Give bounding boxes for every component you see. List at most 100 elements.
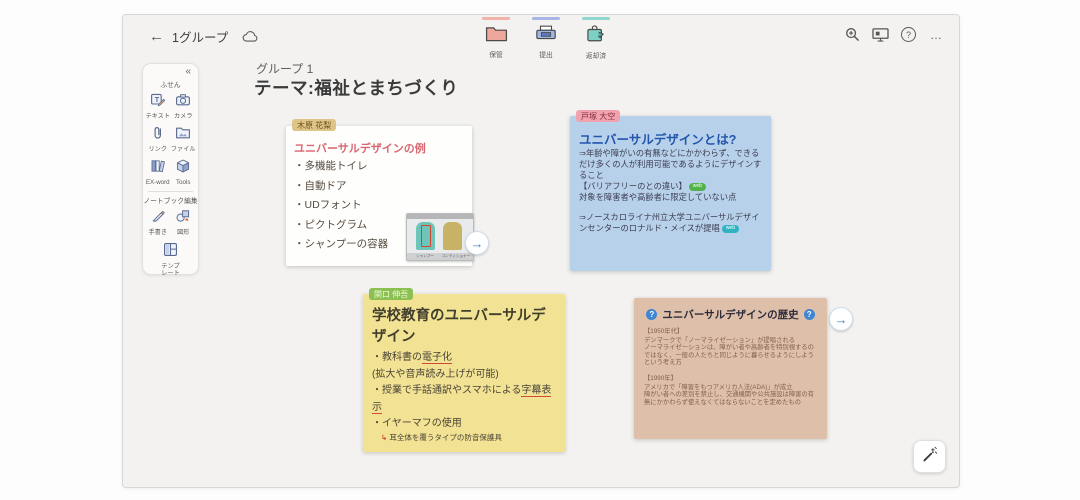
list-subitem: ↳ 耳全体を覆うタイプの防音保護具: [372, 433, 560, 443]
template-tool[interactable]: テンプレート: [156, 240, 186, 279]
school-note-list: ・教科書の電子化 (拡大や音声読み上げが可能) ・授業で手話通訳やスマホによる字…: [372, 350, 560, 443]
collapse-panel-button[interactable]: «: [185, 66, 191, 77]
handwriting-tool[interactable]: 手書き: [145, 207, 171, 238]
storage-button[interactable]: 保管: [475, 15, 517, 60]
text-note-tool[interactable]: T テキスト: [145, 91, 171, 122]
zoom-in-icon[interactable]: [844, 26, 861, 43]
handwriting-label: 手書き: [148, 230, 167, 237]
edit-section-title: ノートブック編集: [143, 195, 198, 205]
topbar-left: ← 1グループ: [149, 27, 259, 46]
ridge-highlight-box: [421, 225, 431, 247]
printer-icon: [535, 25, 557, 47]
list-item: ・UDフォント: [294, 196, 388, 216]
template-icon: [162, 241, 179, 263]
file-label: ファイル: [171, 147, 196, 154]
pen-icon: [150, 208, 166, 229]
topbar-right: ? …: [844, 26, 945, 43]
list-item: ・教科書の電子化: [372, 350, 560, 367]
link-label: リンク: [148, 147, 167, 154]
storage-label: 保管: [489, 49, 503, 59]
link-tool[interactable]: リンク: [145, 124, 171, 155]
definition-line: ⇒ノースカロライナ州立大学ユニバーサルデザインセンターのロナルド・メイスが提唱w…: [579, 212, 764, 234]
text-note-label: テキスト: [145, 114, 170, 121]
list-item: ・授業で手話通訳やスマホによる字幕表示: [372, 383, 560, 416]
list-item: ・シャンプーの容器: [294, 235, 388, 255]
list-item: ・ピクトグラム: [294, 216, 388, 236]
submit-label: 提出: [539, 49, 553, 59]
back-button[interactable]: ←: [149, 28, 164, 45]
magic-wand-button[interactable]: [913, 440, 946, 473]
submit-button[interactable]: 提出: [525, 15, 567, 60]
question-icon: ?: [804, 309, 815, 320]
sticky-note-definition[interactable]: ユニバーサルデザインとは? ⇒年齢や障がいの有無などにかかわらず、できるだけ多く…: [570, 116, 771, 271]
template-label: テンプレート: [159, 264, 183, 278]
underlined-term: 電子化: [422, 352, 452, 364]
toolbox-label: Tools: [176, 180, 190, 187]
sticky-note-examples[interactable]: ユニバーサルデザインの例 ・多機能トイレ ・自動ドア ・UDフォント ・ピクトグ…: [286, 126, 472, 266]
list-item: ・多機能トイレ: [294, 157, 388, 177]
item-text: ・授業で手話通訳やスマホによる: [372, 385, 521, 396]
file-icon: [175, 125, 191, 146]
conditioner-caption: コンディショナー: [442, 253, 471, 258]
era-label: 【1950年代】: [644, 328, 818, 336]
folder-icon: [485, 25, 508, 47]
shapes-tool[interactable]: 図形: [171, 207, 197, 238]
dictionary-label: EX-word: [146, 180, 170, 187]
spacer: [644, 367, 818, 375]
item-text: ・教科書の: [372, 352, 422, 363]
returned-button[interactable]: 返却済: [575, 15, 617, 60]
history-title-row: ? ユニバーサルデザインの歴史 ?: [634, 307, 827, 322]
cloud-sync-icon[interactable]: [242, 30, 259, 43]
list-item: ・イヤーマフの使用: [372, 416, 560, 433]
web-link-chip[interactable]: web: [689, 183, 706, 191]
shampoo-bottles-image: シャンプー コンディショナー: [406, 213, 474, 261]
author-tag-school: 関口 伸吾: [369, 288, 413, 300]
sticky-note-school[interactable]: 学校教育のユニバーサルデザイン ・教科書の電子化 (拡大や音声読み上げが可能) …: [363, 294, 565, 452]
screen-share-icon[interactable]: [872, 26, 889, 43]
link-icon: [150, 125, 166, 146]
help-icon: ?: [901, 27, 916, 42]
submit-tab-indicator: [532, 17, 560, 20]
returned-label: 返却済: [586, 50, 606, 60]
panel-divider: [148, 191, 193, 192]
list-item: ・自動ドア: [294, 177, 388, 197]
image-shelf-top: [407, 214, 473, 219]
sticky-section-title: ふせん: [143, 79, 198, 89]
group-name-label: 1グループ: [172, 27, 228, 46]
examples-note-title: ユニバーサルデザインの例: [294, 140, 426, 156]
examples-note-list: ・多機能トイレ ・自動ドア ・UDフォント ・ピクトグラム ・シャンプーの容器: [294, 157, 388, 255]
camera-label: カメラ: [174, 114, 193, 121]
next-arrow-button-history[interactable]: →: [829, 307, 853, 331]
definition-line: ⇒年齢や障がいの有無などにかかわらず、できるだけ多くの人が利用可能であるようにデ…: [579, 148, 764, 181]
web-link-chip[interactable]: web: [722, 225, 739, 233]
return-box-icon: [585, 25, 607, 48]
camera-tool[interactable]: カメラ: [171, 91, 197, 122]
more-options-button[interactable]: …: [928, 26, 945, 43]
definition-line-text: 【バリアフリーのとの違い】: [579, 181, 687, 191]
next-arrow-button-examples[interactable]: →: [465, 231, 489, 255]
toolbox-tool[interactable]: Tools: [171, 157, 197, 188]
spacer: [579, 203, 764, 212]
sticky-note-history[interactable]: ? ユニバーサルデザインの歴史 ? 【1950年代】 デンマークで「ノーマライゼ…: [634, 298, 827, 439]
definition-line: 対象を障害者や高齢者に限定していない点: [579, 192, 764, 203]
subitem-text: 耳全体を覆うタイプの防音保護具: [389, 433, 502, 442]
edit-tool-grid: 手書き 図形: [143, 207, 198, 238]
app-window: ← 1グループ 保管 提出: [122, 14, 960, 488]
help-button[interactable]: ?: [900, 26, 917, 43]
storage-tab-indicator: [482, 17, 510, 20]
question-icon: ?: [646, 309, 657, 320]
conditioner-bottle: [443, 222, 462, 250]
magic-wand-icon: [921, 446, 938, 468]
file-tool[interactable]: ファイル: [171, 124, 197, 155]
dictionary-tool[interactable]: EX-word: [145, 157, 171, 188]
author-tag-definition: 戸塚 大空: [576, 110, 620, 122]
camera-icon: [175, 92, 191, 113]
definition-line: 【バリアフリーのとの違い】web: [579, 181, 764, 192]
desktop-background: ← 1グループ 保管 提出: [0, 0, 1080, 500]
era-line: ノーマライゼーションは、障がい者や高齢者を特別視するのではなく、一般の人たちと同…: [644, 344, 818, 367]
definition-note-title: ユニバーサルデザインとは?: [579, 129, 736, 148]
shapes-label: 図形: [177, 230, 189, 237]
topbar-center: 保管 提出 返却済: [475, 15, 617, 60]
school-note-title: 学校教育のユニバーサルデザイン: [372, 306, 556, 348]
author-tag-examples: 木原 花梨: [292, 119, 336, 131]
